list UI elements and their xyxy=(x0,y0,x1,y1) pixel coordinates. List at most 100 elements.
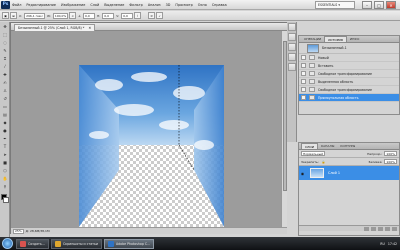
link-icon[interactable]: ∞ xyxy=(69,12,77,19)
history-brush-tool-icon[interactable]: ↺ xyxy=(1,95,9,102)
path-select-tool-icon[interactable]: ➤ xyxy=(1,151,9,158)
tab-channels[interactable]: КАНАЛЫ xyxy=(318,143,337,149)
eye-icon[interactable]: ◉ xyxy=(299,171,306,176)
history-item-label: Новый xyxy=(318,55,329,60)
skew-h-field[interactable]: 0,0 xyxy=(102,12,115,19)
blur-tool-icon[interactable]: ◆ xyxy=(1,119,9,126)
zoom-level[interactable]: 25% xyxy=(13,228,24,234)
type-tool-icon[interactable]: T xyxy=(1,143,9,150)
language-indicator[interactable]: RU xyxy=(380,242,385,246)
history-item[interactable]: Свободное трансформирование xyxy=(299,70,399,78)
close-document-icon[interactable]: ✕ xyxy=(88,26,91,30)
history-brush-source-checkbox[interactable] xyxy=(301,71,306,76)
taskbar-button-active[interactable]: Adobe Photoshop C… xyxy=(104,238,155,249)
eraser-tool-icon[interactable]: ▭ xyxy=(1,103,9,110)
start-button[interactable] xyxy=(2,238,13,249)
tab-paths[interactable]: КОНТУРЫ xyxy=(337,143,358,149)
mask-icon[interactable] xyxy=(378,226,383,231)
reference-point-icon[interactable]: ⊞ xyxy=(10,12,17,19)
close-button[interactable]: ✕ xyxy=(386,1,396,9)
menu-view[interactable]: Просмотр xyxy=(175,3,192,7)
taskbar-button[interactable]: Скриншоты и статьи xyxy=(50,238,102,249)
canvas[interactable] xyxy=(79,65,224,227)
menu-select[interactable]: Выделение xyxy=(104,3,124,7)
brush-tool-icon[interactable]: ✍ xyxy=(1,79,9,86)
workspace-switcher[interactable]: ESSENTIALS ▾ xyxy=(315,1,355,9)
pen-tool-icon[interactable]: ✒ xyxy=(1,135,9,142)
menu-layer[interactable]: Слой xyxy=(90,3,99,7)
color-panel-icon[interactable] xyxy=(288,43,296,51)
layer-style-icon[interactable] xyxy=(371,226,376,231)
menu-image[interactable]: Изображение xyxy=(61,3,85,7)
minimize-button[interactable]: – xyxy=(362,1,372,9)
maximize-button[interactable]: □ xyxy=(374,1,384,9)
layer-row-selected[interactable]: ◉ Слой 1 xyxy=(299,166,399,180)
stamp-tool-icon[interactable]: ♙ xyxy=(1,87,9,94)
tool-preset-icon[interactable]: ▣ xyxy=(2,12,9,19)
zoom-tool-icon[interactable]: ⚲ xyxy=(1,183,9,190)
taskbar-button[interactable]: Создать… xyxy=(16,238,49,249)
tab-actions[interactable]: ОПЕРАЦИИ xyxy=(301,36,324,42)
history-item[interactable]: Выделенная область xyxy=(299,78,399,86)
commit-transform-icon[interactable]: ✓ xyxy=(156,12,164,19)
tab-history[interactable]: ИСТОРИЯ xyxy=(324,36,347,42)
menu-edit[interactable]: Редактирование xyxy=(26,3,56,7)
angle-field[interactable]: 0,0 xyxy=(82,12,95,19)
history-snapshot[interactable]: Безымянный-1 xyxy=(299,43,399,54)
skew-v-field[interactable]: 0,0 xyxy=(121,12,134,19)
history-item-selected[interactable]: Прямоугольная область xyxy=(299,94,399,102)
history-item[interactable]: Вставить xyxy=(299,62,399,70)
adjustments-panel-icon[interactable] xyxy=(288,53,296,61)
crop-tool-icon[interactable]: ⌗ xyxy=(1,55,9,62)
history-brush-source-checkbox[interactable] xyxy=(301,95,306,100)
menu-help[interactable]: Справка xyxy=(212,3,227,7)
history-brush-source-checkbox[interactable] xyxy=(301,55,306,60)
history-item[interactable]: Новый xyxy=(299,54,399,62)
dodge-tool-icon[interactable]: ● xyxy=(1,127,9,134)
link-layers-icon[interactable] xyxy=(364,226,369,231)
styles-panel-icon[interactable] xyxy=(288,63,296,71)
opacity-field[interactable]: 100% xyxy=(384,151,397,156)
brushes-panel-icon[interactable] xyxy=(288,33,296,41)
taskbar-button-label: Adobe Photoshop C… xyxy=(116,241,151,246)
w-field[interactable]: 100,0% xyxy=(52,12,69,19)
eyedropper-tool-icon[interactable]: ⁄ xyxy=(1,63,9,70)
lock-label: Закрепить: xyxy=(301,159,319,164)
history-item[interactable]: Свободное трансформирование xyxy=(299,86,399,94)
menu-file[interactable]: Файл xyxy=(12,3,21,7)
hand-tool-icon[interactable]: ✋ xyxy=(1,175,9,182)
history-brush-source-checkbox[interactable] xyxy=(301,79,306,84)
tab-info[interactable]: ИНФО xyxy=(347,36,362,42)
shape-tool-icon[interactable]: ■ xyxy=(1,159,9,166)
gradient-tool-icon[interactable]: ▤ xyxy=(1,111,9,118)
new-layer-icon[interactable] xyxy=(385,226,390,231)
taskbar-button-label: Создать… xyxy=(28,241,45,246)
layer-name[interactable]: Слой 1 xyxy=(328,171,340,175)
menu-analysis[interactable]: Анализ xyxy=(148,3,161,7)
menu-3d[interactable]: 3D xyxy=(166,3,171,7)
fill-field[interactable]: 100% xyxy=(384,159,397,164)
x-field[interactable]: 296,1 пикс xyxy=(24,12,45,19)
document-tab[interactable]: Безымянный-1 @ 25% (Слой 1, RGB/8) * ✕ xyxy=(14,24,96,31)
tab-layers[interactable]: СЛОИ xyxy=(301,143,318,149)
blend-mode-select[interactable]: Нормальный xyxy=(301,151,326,156)
history-brush-source-checkbox[interactable] xyxy=(301,63,306,68)
3d-tool-icon[interactable]: ⬡ xyxy=(1,167,9,174)
move-tool-icon[interactable]: ✥ xyxy=(1,23,9,30)
clock[interactable]: 17:42 xyxy=(388,242,397,246)
trash-icon[interactable] xyxy=(392,226,397,231)
marquee-tool-icon[interactable]: ⬚ xyxy=(1,31,9,38)
lasso-tool-icon[interactable]: ◌ xyxy=(1,39,9,46)
cancel-transform-icon[interactable]: ⊘ xyxy=(148,12,156,19)
layer-thumbnail xyxy=(310,168,324,178)
document-title: Безымянный-1 @ 25% (Слой 1, RGB/8) * xyxy=(18,26,85,30)
menu-window[interactable]: Окно xyxy=(198,3,207,7)
healing-tool-icon[interactable]: ✚ xyxy=(1,71,9,78)
menu-filter[interactable]: Фильтр xyxy=(129,3,142,7)
lock-icon[interactable]: 🔒 xyxy=(322,160,326,164)
quick-select-tool-icon[interactable]: ✎ xyxy=(1,47,9,54)
background-color-swatch[interactable] xyxy=(3,197,9,203)
warp-icon[interactable]: ⌇ xyxy=(134,12,142,19)
navigator-panel-icon[interactable] xyxy=(288,23,296,31)
history-brush-source-checkbox[interactable] xyxy=(301,87,306,92)
